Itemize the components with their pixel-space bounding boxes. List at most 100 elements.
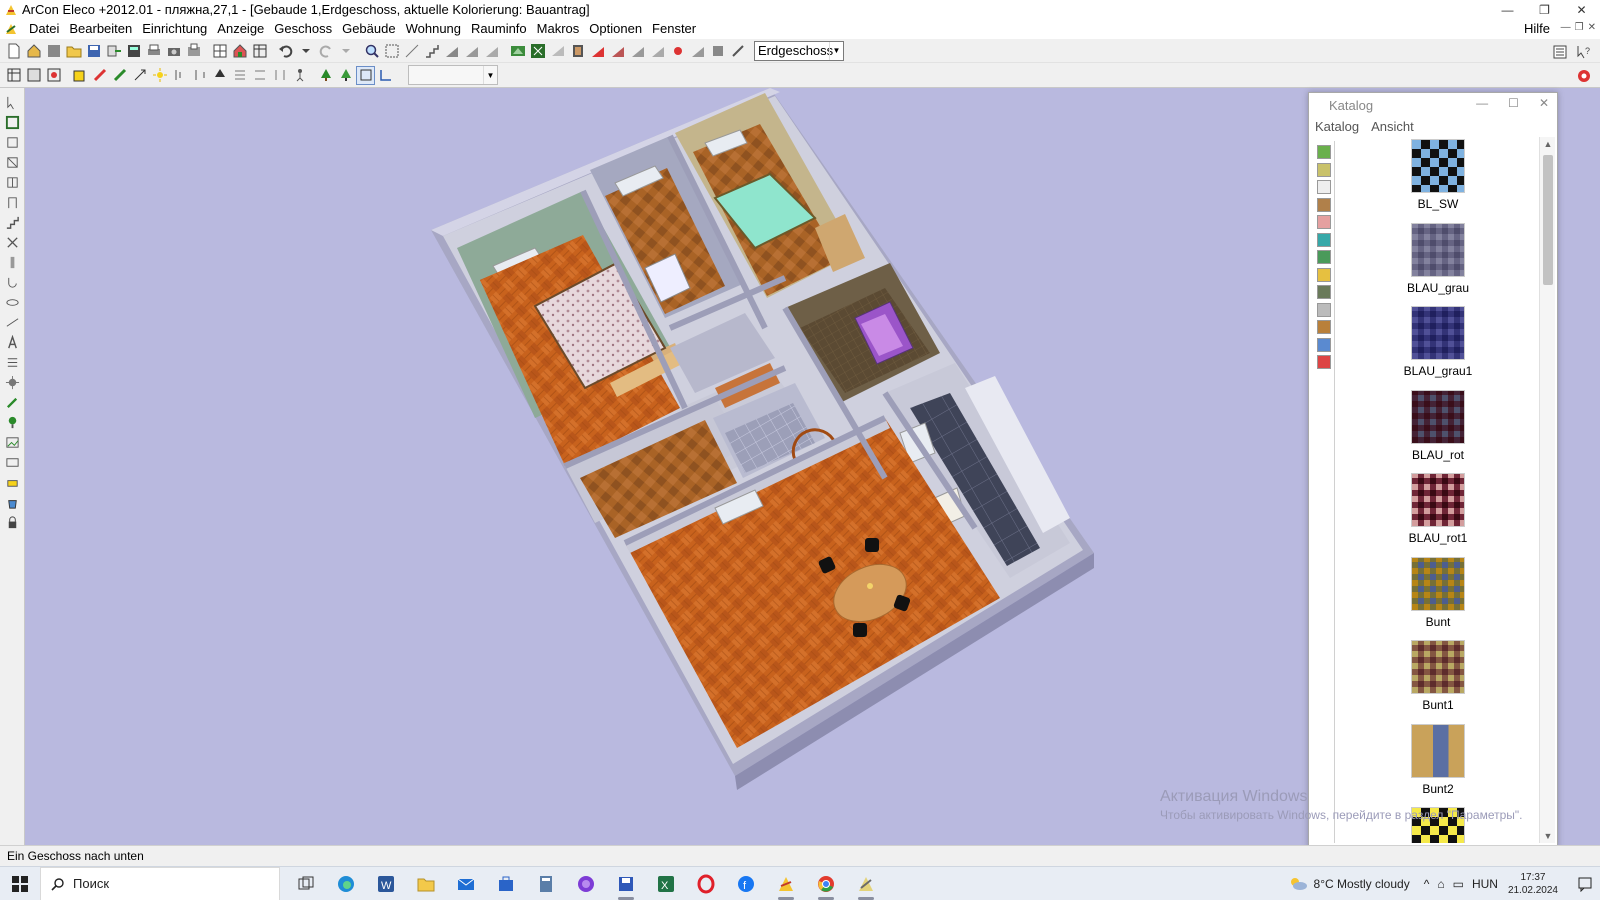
zoom-icon[interactable]	[362, 41, 381, 60]
category-misc-icon[interactable]	[1316, 355, 1331, 369]
start-button[interactable]	[0, 867, 40, 900]
menu-makros[interactable]: Makros	[532, 19, 585, 39]
dimension-tool-icon[interactable]	[2, 312, 22, 332]
category-patterns-icon[interactable]	[1316, 162, 1331, 177]
stair-tool-icon[interactable]	[2, 212, 22, 232]
language-indicator[interactable]: HUN	[1472, 877, 1498, 891]
select-frame-icon[interactable]	[4, 66, 23, 85]
scroll-up-icon[interactable]: ▲	[1540, 137, 1556, 151]
stairs2-icon[interactable]	[442, 41, 461, 60]
render-icon[interactable]	[568, 41, 587, 60]
undo-dropdown-icon[interactable]	[296, 41, 315, 60]
floorplan-button[interactable]	[250, 41, 269, 60]
calc-button[interactable]	[124, 41, 143, 60]
weather-widget[interactable]: 8°C Mostly cloudy	[1288, 876, 1410, 892]
calculator-icon[interactable]	[526, 867, 566, 900]
tree-icon[interactable]	[316, 66, 335, 85]
cross-tool-icon[interactable]	[2, 232, 22, 252]
texture-swatch[interactable]	[1411, 556, 1465, 611]
category-plants-icon[interactable]	[1316, 250, 1331, 264]
taskbar-search[interactable]: Поиск	[40, 866, 280, 900]
texture-swatch[interactable]	[1411, 473, 1465, 527]
hook-tool-icon[interactable]	[2, 272, 22, 292]
pointer-icon[interactable]	[2, 92, 22, 112]
minimize-button[interactable]: —	[1489, 0, 1526, 19]
catalog-title-bar[interactable]: Katalog — ☐ ✕	[1309, 93, 1557, 117]
roof-icon[interactable]	[548, 41, 567, 60]
notification-icon[interactable]	[1570, 876, 1600, 892]
grid-button[interactable]	[44, 41, 63, 60]
chevron-down-icon[interactable]: ▼	[829, 41, 843, 60]
print-preview-button[interactable]	[184, 41, 203, 60]
column-tool-icon[interactable]	[2, 252, 22, 272]
image-tool-icon[interactable]	[2, 432, 22, 452]
plant-tool-icon[interactable]	[2, 412, 22, 432]
catalog-item[interactable]: BLAU_rot1	[1339, 471, 1537, 555]
texture-swatch[interactable]	[1411, 222, 1465, 277]
close-button[interactable]: ✕	[1563, 0, 1600, 19]
document-icon[interactable]	[4, 22, 18, 36]
floor-select[interactable]: Erdgeschoss ▼	[754, 40, 844, 61]
mail-icon[interactable]	[446, 867, 486, 900]
catalog-close-icon[interactable]: ✕	[1539, 96, 1549, 110]
catalog-item[interactable]: Bunt	[1339, 555, 1537, 639]
menu-bearbeiten[interactable]: Bearbeiten	[64, 19, 137, 39]
facebook-icon[interactable]: f	[726, 867, 766, 900]
door-tool-icon[interactable]	[2, 192, 22, 212]
room2-icon[interactable]	[2, 152, 22, 172]
plan-view-button[interactable]	[210, 41, 229, 60]
category-window-icon[interactable]	[1316, 337, 1331, 352]
stairs-icon[interactable]	[422, 41, 441, 60]
texture-swatch[interactable]	[1411, 640, 1465, 694]
menu-optionen[interactable]: Optionen	[584, 19, 647, 39]
house-view-button[interactable]	[230, 41, 249, 60]
wall-draw-icon[interactable]	[2, 112, 22, 132]
save-button[interactable]	[84, 41, 103, 60]
view3d-active-icon[interactable]	[528, 41, 547, 60]
wall-icon[interactable]	[708, 41, 727, 60]
catalog-menu-katalog[interactable]: Katalog	[1315, 119, 1359, 134]
undo-button[interactable]	[276, 41, 295, 60]
chevron-up-icon[interactable]: ^	[1424, 877, 1430, 891]
menu-einrichtung[interactable]: Einrichtung	[137, 19, 212, 39]
category-car-icon[interactable]	[1316, 302, 1331, 317]
arcon-secondary-icon[interactable]	[846, 867, 886, 900]
catalog-item[interactable]: Bunt1	[1339, 638, 1537, 722]
frame-select-icon[interactable]	[356, 65, 375, 85]
display-icon[interactable]: ▭	[1453, 877, 1464, 891]
up-arrow-icon[interactable]	[210, 66, 229, 85]
panel-tool-icon[interactable]	[2, 452, 22, 472]
light-icon[interactable]	[668, 41, 687, 60]
window-tool-icon[interactable]	[2, 172, 22, 192]
catalog-minimize-icon[interactable]: —	[1476, 96, 1488, 110]
open-folder-button[interactable]	[64, 41, 83, 60]
star-tool-icon[interactable]	[2, 372, 22, 392]
paint-icon[interactable]	[588, 41, 607, 60]
axis-icon[interactable]	[376, 66, 395, 85]
category-objects-icon[interactable]	[1316, 215, 1331, 229]
text-tool-icon[interactable]	[2, 332, 22, 352]
opera-icon[interactable]	[686, 867, 726, 900]
catalog-item[interactable]: BLAU_grau	[1339, 221, 1537, 305]
category-lights-icon[interactable]	[1316, 267, 1331, 282]
room-icon[interactable]	[2, 132, 22, 152]
menu-geschoss[interactable]: Geschoss	[269, 19, 337, 39]
distribute-icon[interactable]	[230, 66, 249, 85]
scroll-down-icon[interactable]: ▼	[1540, 829, 1556, 843]
person-icon[interactable]	[290, 66, 309, 85]
align-icon[interactable]	[170, 66, 189, 85]
list-tool-icon[interactable]	[2, 352, 22, 372]
stairs3-icon[interactable]	[462, 41, 481, 60]
lifebuoy-icon[interactable]	[1574, 66, 1593, 85]
pen-red-icon[interactable]	[90, 66, 109, 85]
restore-button[interactable]: ❐	[1526, 0, 1563, 19]
texture-swatch[interactable]	[1411, 389, 1465, 444]
arcon-taskbar-icon[interactable]	[766, 867, 806, 900]
edge-icon[interactable]	[326, 867, 366, 900]
category-images-icon[interactable]	[1316, 285, 1331, 299]
shade2-icon[interactable]	[648, 41, 667, 60]
view3d-icon[interactable]	[508, 41, 527, 60]
network-icon[interactable]: ⌂	[1437, 877, 1444, 891]
chrome-icon[interactable]	[806, 867, 846, 900]
menu-hilfe[interactable]: Hilfe	[1524, 19, 1550, 39]
